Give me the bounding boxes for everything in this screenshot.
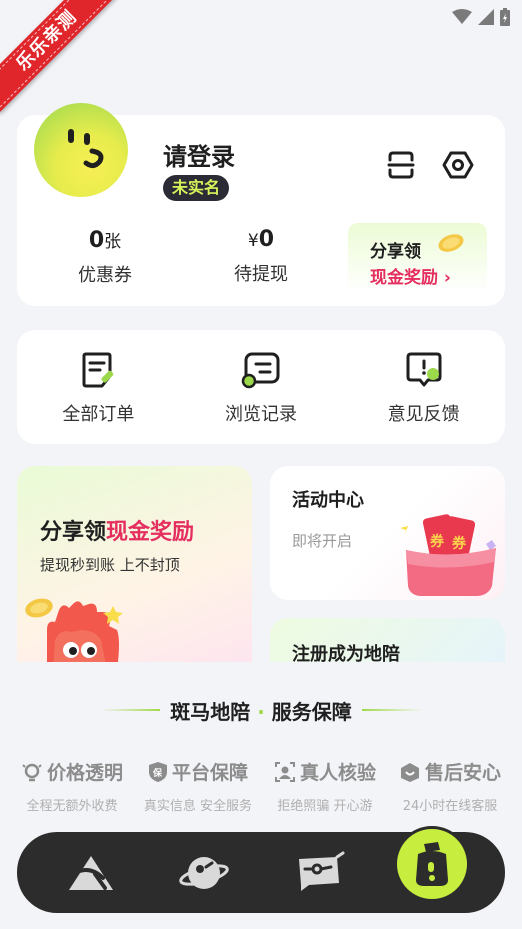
menu-item-orders[interactable]: 全部订单 bbox=[17, 330, 180, 444]
guarantee-item-desc: 真实信息 安全服务 bbox=[143, 799, 253, 814]
profile-bag-icon bbox=[416, 842, 448, 886]
guarantee-item-desc: 24小时在线客服 bbox=[402, 799, 498, 814]
promo-title-a: 分享领 bbox=[40, 520, 107, 545]
coupon-label: 优惠券 bbox=[78, 265, 132, 286]
menu-item-feedback[interactable]: 意见反馈 bbox=[342, 330, 505, 444]
withdraw-amount: 0 bbox=[258, 227, 275, 252]
guarantee-item-desc: 拒绝照骗 开心游 bbox=[277, 799, 373, 814]
nav-tab-profile[interactable] bbox=[394, 826, 470, 902]
menu-label-orders: 全部订单 bbox=[62, 404, 135, 425]
shield-icon: 保 bbox=[148, 761, 167, 782]
nav-tab-discover[interactable] bbox=[177, 846, 231, 900]
scan-icon bbox=[387, 151, 415, 179]
guarantee-title-b: 服务保障 bbox=[271, 700, 352, 724]
guarantee-item-title: 价格透明 bbox=[46, 762, 123, 784]
planet-icon bbox=[179, 857, 229, 889]
service-guarantee-section: 斑马地陪 · 服务保障 价格透明 全程无额外收费 保平台保障 真实信息 安全服务… bbox=[0, 662, 522, 837]
coin-icon bbox=[438, 234, 464, 252]
avatar[interactable] bbox=[34, 103, 128, 197]
guarantee-item-title: 售后安心 bbox=[424, 762, 501, 784]
guarantee-item: 真人核验 拒绝照骗 开心游 bbox=[260, 758, 390, 814]
svg-text:保: 保 bbox=[152, 767, 163, 779]
become-guide-card[interactable]: 注册成为地陪 bbox=[270, 618, 505, 668]
activity-center-status: 即将开启 bbox=[292, 532, 353, 550]
nav-tab-home[interactable] bbox=[64, 846, 118, 900]
home-tent-icon bbox=[69, 856, 113, 890]
history-icon bbox=[241, 352, 280, 389]
guarantee-item: 售后安心 24小时在线客服 bbox=[385, 758, 515, 814]
mascot-hand-icon bbox=[25, 598, 123, 666]
verification-badge: 未实名 bbox=[163, 175, 230, 201]
guarantee-item-title: 真人核验 bbox=[299, 762, 376, 784]
bottom-nav bbox=[17, 826, 505, 913]
coupon-unit: 张 bbox=[104, 232, 122, 252]
wifi-icon bbox=[452, 9, 472, 24]
promo-subtitle: 提现秒到账 上不封顶 bbox=[40, 556, 180, 574]
share-cash-promo[interactable]: 分享领现金奖励 提现秒到账 上不封顶 bbox=[17, 466, 252, 666]
activity-center-card[interactable]: 活动中心 即将开启 券 券 bbox=[270, 466, 505, 600]
nav-tab-messages[interactable] bbox=[292, 846, 346, 900]
guarantee-item: 价格透明 全程无额外收费 bbox=[7, 758, 137, 814]
gift-bag-icon: 券 券 bbox=[400, 514, 496, 596]
divider-right bbox=[362, 709, 422, 711]
battery-icon bbox=[500, 8, 510, 26]
chat-ticket-icon bbox=[299, 851, 345, 891]
profile-card: 请登录 未实名 0张 优惠券 ¥0 待提现 分享领 现金奖励 › bbox=[17, 103, 505, 306]
person-icon bbox=[274, 761, 295, 782]
feedback-icon bbox=[406, 352, 442, 387]
coupon-stat[interactable]: 0张 优惠券 bbox=[45, 227, 165, 287]
menu-label-history: 浏览记录 bbox=[225, 404, 297, 425]
guarantee-title-dot: · bbox=[257, 700, 265, 724]
gear-icon bbox=[442, 151, 474, 179]
share-title: 分享领 bbox=[370, 242, 421, 262]
bulb-icon bbox=[22, 763, 42, 781]
currency-symbol: ¥ bbox=[247, 231, 259, 251]
guarantee-item-desc: 全程无额外收费 bbox=[26, 799, 118, 814]
coupon-count: 0 bbox=[88, 228, 105, 253]
login-title[interactable]: 请登录 bbox=[163, 137, 235, 172]
orders-icon bbox=[82, 352, 114, 388]
svg-text:券: 券 bbox=[452, 535, 467, 552]
scan-button[interactable] bbox=[383, 147, 419, 183]
guarantee-title-a: 斑马地陪 bbox=[170, 700, 251, 724]
menu-item-history[interactable]: 浏览记录 bbox=[180, 330, 343, 444]
menu-label-feedback: 意见反馈 bbox=[387, 404, 460, 425]
activity-center-title: 活动中心 bbox=[292, 490, 364, 511]
promo-title: 分享领现金奖励 bbox=[40, 514, 194, 546]
withdraw-label: 待提现 bbox=[234, 264, 288, 285]
settings-button[interactable] bbox=[440, 147, 476, 183]
cash-reward-link[interactable]: 现金奖励 › bbox=[370, 263, 451, 288]
guarantee-title: 斑马地陪 · 服务保障 bbox=[0, 696, 522, 725]
signal-icon bbox=[478, 9, 494, 25]
quick-menu: 全部订单 浏览记录 意见反馈 bbox=[17, 330, 505, 444]
svg-text:券: 券 bbox=[430, 533, 445, 550]
guarantee-item: 保平台保障 真实信息 安全服务 bbox=[133, 758, 263, 814]
share-reward-box[interactable]: 分享领 现金奖励 › bbox=[348, 223, 487, 293]
guarantee-item-title: 平台保障 bbox=[171, 762, 248, 784]
promo-title-b: 现金奖励 bbox=[106, 520, 195, 545]
withdraw-stat[interactable]: ¥0 待提现 bbox=[201, 227, 321, 286]
service-icon bbox=[400, 762, 419, 782]
